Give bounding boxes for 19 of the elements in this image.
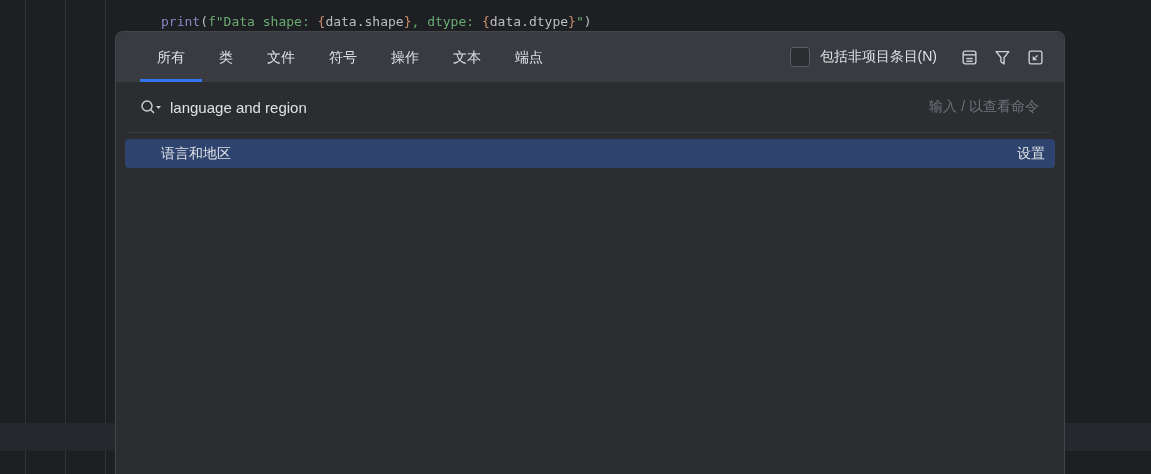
tab[interactable]: 类	[202, 32, 250, 82]
checkbox[interactable]	[789, 47, 810, 67]
filter-icon[interactable]	[994, 48, 1011, 66]
search-field[interactable]: language and region	[170, 98, 930, 116]
result-category: 设置	[1017, 144, 1045, 163]
tab[interactable]: 文件	[250, 32, 312, 82]
tab[interactable]: 符号	[312, 32, 374, 82]
result-label: 语言和地区	[161, 144, 231, 163]
preview-panel-icon[interactable]	[961, 48, 978, 66]
search-icon[interactable]	[140, 99, 162, 115]
checkbox-label[interactable]: 包括非项目条目(N)	[819, 48, 937, 66]
result-row[interactable]: 语言和地区 设置	[125, 139, 1055, 168]
tab[interactable]: 操作	[374, 32, 436, 82]
tab[interactable]: 文本	[436, 32, 498, 82]
code-line: print(f"Data shape: {data.shape}, dtype: {data.dtype}")	[161, 13, 592, 31]
tab[interactable]: 所有	[140, 32, 202, 82]
open-in-window-icon[interactable]	[1027, 48, 1044, 66]
tab[interactable]: 端点	[498, 32, 560, 82]
search-hint: 输入 / 以查看命令	[929, 98, 1039, 116]
